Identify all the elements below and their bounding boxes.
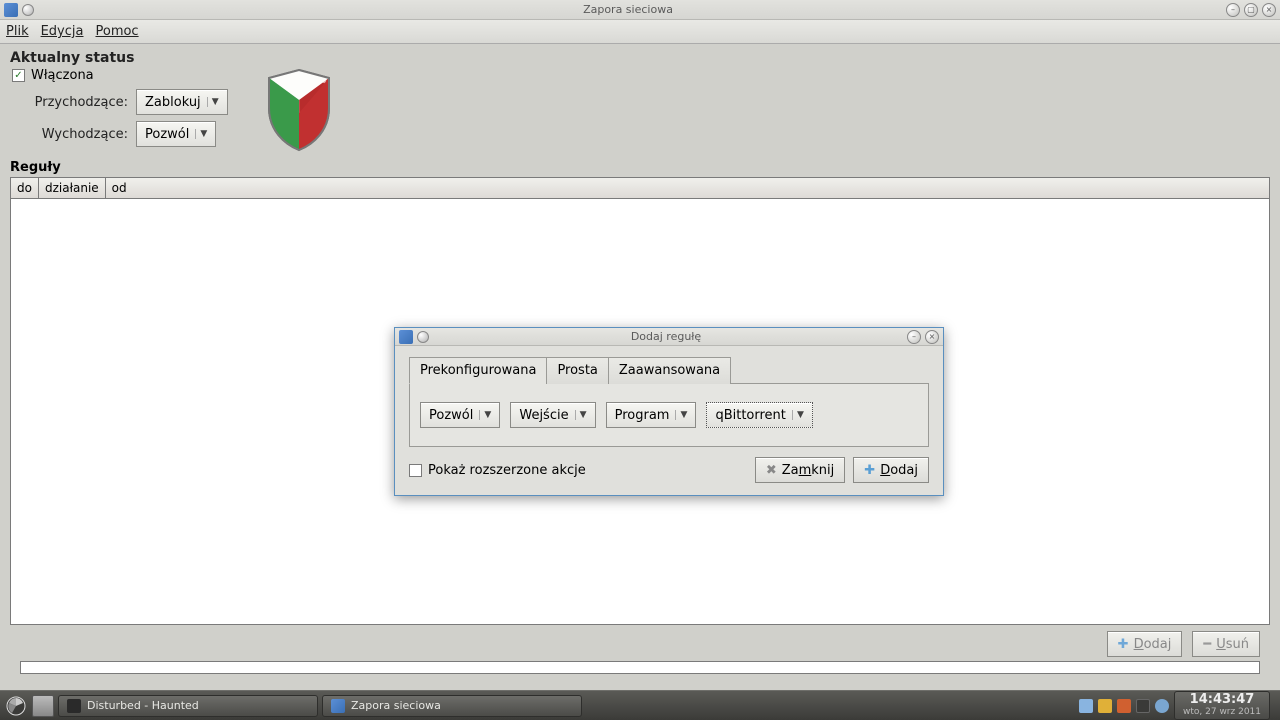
- menu-edit[interactable]: Edycja: [41, 24, 84, 39]
- chevron-down-icon: ▼: [792, 410, 808, 420]
- maximize-button[interactable]: ▢: [1244, 3, 1258, 17]
- firewall-app-icon: [331, 699, 345, 713]
- direction-value: Wejście: [519, 408, 568, 423]
- type-dropdown[interactable]: Program ▼: [606, 402, 697, 428]
- taskbar-item-music[interactable]: Disturbed - Haunted: [58, 695, 318, 717]
- main-titlebar: Zapora sieciowa – ▢ ×: [0, 0, 1280, 20]
- power-icon[interactable]: [1098, 699, 1112, 713]
- close-button[interactable]: ×: [1262, 3, 1276, 17]
- menu-help[interactable]: Pomoc: [95, 24, 138, 39]
- remove-rule-button[interactable]: ━ Usuń: [1192, 631, 1260, 657]
- outgoing-value: Pozwól: [145, 127, 189, 142]
- rules-heading: Reguły: [10, 160, 1270, 175]
- chat-icon[interactable]: [1136, 699, 1150, 713]
- enabled-label: Włączona: [31, 68, 94, 83]
- chevron-down-icon: ▼: [195, 129, 211, 139]
- program-dropdown[interactable]: qBittorrent ▼: [706, 402, 812, 428]
- add-rule-dialog: Dodaj regułę – × Prekonfigurowana Prosta…: [394, 327, 944, 496]
- minimize-button[interactable]: –: [1226, 3, 1240, 17]
- dialog-close-action-button[interactable]: ✖ Zamknij: [755, 457, 845, 483]
- close-icon: ✖: [766, 463, 777, 478]
- enabled-checkbox[interactable]: ✓: [12, 69, 25, 82]
- system-tray: 14:43:47 wto, 27 wrz 2011: [1079, 691, 1276, 719]
- clock[interactable]: 14:43:47 wto, 27 wrz 2011: [1174, 691, 1270, 719]
- minus-icon: ━: [1203, 637, 1211, 652]
- window-menu-icon[interactable]: [417, 331, 429, 343]
- task2-label: Zapora sieciowa: [351, 699, 441, 712]
- app-icon: [4, 3, 18, 17]
- volume-icon[interactable]: [1079, 699, 1093, 713]
- show-extended-checkbox[interactable]: [409, 464, 422, 477]
- direction-dropdown[interactable]: Wejście ▼: [510, 402, 595, 428]
- action-value: Pozwól: [429, 408, 473, 423]
- info-icon[interactable]: [1155, 699, 1169, 713]
- taskbar-item-firewall[interactable]: Zapora sieciowa: [322, 695, 582, 717]
- col-to[interactable]: do: [11, 178, 39, 198]
- app-icon: [399, 330, 413, 344]
- dialog-minimize-button[interactable]: –: [907, 330, 921, 344]
- show-extended-label: Pokaż rozszerzone akcje: [428, 463, 586, 478]
- trash-icon[interactable]: [32, 695, 54, 717]
- add-rule-button[interactable]: ✚ Dodaj: [1107, 631, 1183, 657]
- outgoing-dropdown[interactable]: Pozwól ▼: [136, 121, 216, 147]
- clock-date: wto, 27 wrz 2011: [1183, 708, 1261, 718]
- col-action[interactable]: działanie: [39, 178, 106, 198]
- window-title: Zapora sieciowa: [34, 3, 1222, 16]
- chevron-down-icon: ▼: [675, 410, 691, 420]
- music-player-icon: [67, 699, 81, 713]
- tab-preconfigured[interactable]: Prekonfigurowana: [409, 357, 547, 384]
- window-menu-icon[interactable]: [22, 4, 34, 16]
- tab-advanced[interactable]: Zaawansowana: [608, 357, 731, 384]
- remove-label: suń: [1226, 637, 1249, 652]
- dialog-title: Dodaj regułę: [429, 330, 903, 343]
- shield-icon: [264, 68, 334, 152]
- action-dropdown[interactable]: Pozwól ▼: [420, 402, 500, 428]
- chevron-down-icon: ▼: [575, 410, 591, 420]
- chevron-down-icon: ▼: [479, 410, 495, 420]
- dialog-close-button[interactable]: ×: [925, 330, 939, 344]
- plus-icon: ✚: [864, 463, 875, 478]
- type-value: Program: [615, 408, 670, 423]
- incoming-label: Przychodzące:: [28, 95, 128, 110]
- task1-label: Disturbed - Haunted: [87, 699, 199, 712]
- menu-file[interactable]: Plik: [6, 24, 29, 39]
- dialog-add-button[interactable]: ✚ Dodaj: [853, 457, 929, 483]
- plus-icon: ✚: [1118, 637, 1129, 652]
- clock-time: 14:43:47: [1183, 693, 1261, 707]
- start-button[interactable]: [4, 694, 28, 718]
- outgoing-label: Wychodzące:: [28, 127, 128, 142]
- tab-simple[interactable]: Prosta: [546, 357, 608, 384]
- status-heading: Aktualny status: [10, 50, 1270, 66]
- program-value: qBittorrent: [715, 408, 785, 423]
- dialog-tabs: Prekonfigurowana Prosta Zaawansowana: [409, 356, 929, 384]
- add-label: odaj: [1144, 637, 1172, 652]
- update-icon[interactable]: [1117, 699, 1131, 713]
- taskbar: Disturbed - Haunted Zapora sieciowa 14:4…: [0, 690, 1280, 720]
- incoming-value: Zablokuj: [145, 95, 201, 110]
- status-strip: [20, 661, 1260, 674]
- menubar: Plik Edycja Pomoc: [0, 20, 1280, 44]
- col-from[interactable]: od: [106, 178, 1269, 198]
- incoming-dropdown[interactable]: Zablokuj ▼: [136, 89, 228, 115]
- chevron-down-icon: ▼: [207, 97, 223, 107]
